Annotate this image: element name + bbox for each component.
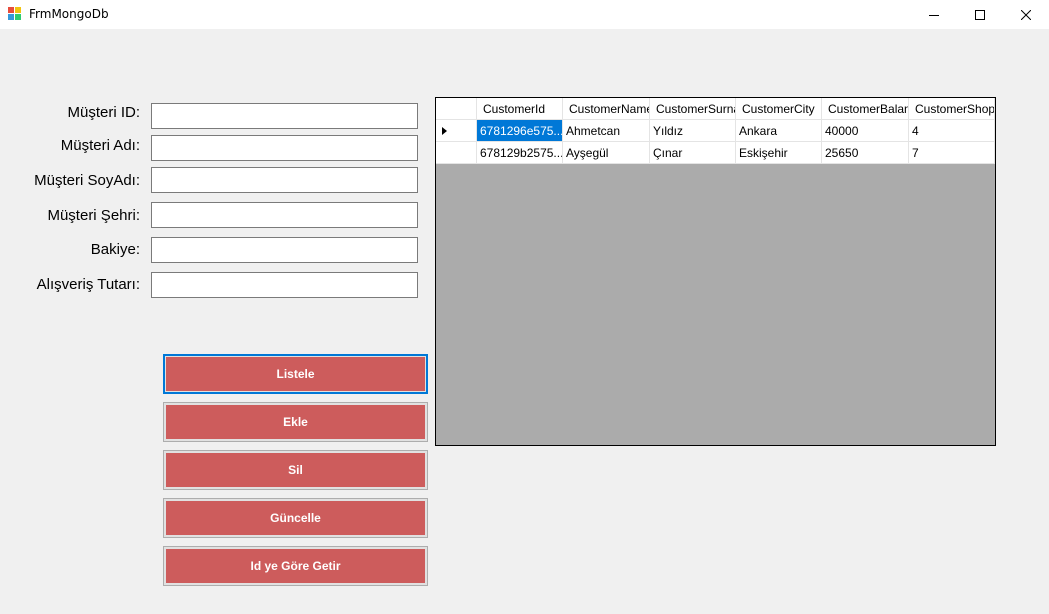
grid-corner-header[interactable] <box>436 98 477 120</box>
column-header[interactable]: CustomerShopping <box>909 98 995 120</box>
customer-data-grid[interactable]: CustomerId CustomerName CustomerSurname … <box>435 97 996 446</box>
list-button[interactable]: Listele <box>163 354 428 394</box>
column-header[interactable]: CustomerCity <box>736 98 822 120</box>
title-bar[interactable]: FrmMongoDb <box>0 0 1049 29</box>
balance-input[interactable] <box>151 237 418 263</box>
customer-city-input[interactable] <box>151 202 418 228</box>
balance-label: Bakiye: <box>90 241 140 258</box>
table-cell[interactable]: Ankara <box>736 120 822 142</box>
shopping-amount-label: Alışveriş Tutarı: <box>36 276 140 293</box>
column-header[interactable]: CustomerSurname <box>650 98 736 120</box>
window-title: FrmMongoDb <box>29 7 109 21</box>
row-header[interactable] <box>436 142 477 164</box>
table-cell[interactable]: 7 <box>909 142 995 164</box>
minimize-button[interactable] <box>911 0 957 29</box>
table-cell[interactable]: Ahmetcan <box>563 120 650 142</box>
get-by-id-button[interactable]: Id ye Göre Getir <box>163 546 428 586</box>
shopping-amount-input[interactable] <box>151 272 418 298</box>
table-cell[interactable]: 6781296e575... <box>477 120 563 142</box>
grid-header-row: CustomerId CustomerName CustomerSurname … <box>436 98 995 120</box>
current-row-arrow-icon <box>442 127 447 135</box>
delete-button[interactable]: Sil <box>163 450 428 490</box>
customer-id-label: Müşteri ID: <box>67 104 140 121</box>
table-cell[interactable]: 4 <box>909 120 995 142</box>
table-cell[interactable]: Yıldız <box>650 120 736 142</box>
list-button-label: Listele <box>166 357 425 391</box>
app-icon <box>8 7 22 21</box>
close-icon <box>1021 9 1031 20</box>
table-row[interactable]: 678129b2575... Ayşegül Çınar Eskişehir 2… <box>436 142 995 164</box>
add-button-label: Ekle <box>166 405 425 439</box>
column-header[interactable]: CustomerBalance <box>822 98 909 120</box>
customer-id-input[interactable] <box>151 103 418 129</box>
table-cell[interactable]: 678129b2575... <box>477 142 563 164</box>
update-button[interactable]: Güncelle <box>163 498 428 538</box>
table-cell[interactable]: Eskişehir <box>736 142 822 164</box>
table-cell[interactable]: Ayşegül <box>563 142 650 164</box>
maximize-icon <box>975 9 985 20</box>
minimize-icon <box>929 14 939 16</box>
maximize-button[interactable] <box>957 0 1003 29</box>
close-button[interactable] <box>1003 0 1049 29</box>
update-button-label: Güncelle <box>166 501 425 535</box>
customer-city-label: Müşteri Şehri: <box>47 207 140 224</box>
table-cell[interactable]: 40000 <box>822 120 909 142</box>
column-header[interactable]: CustomerId <box>477 98 563 120</box>
add-button[interactable]: Ekle <box>163 402 428 442</box>
table-cell[interactable]: 25650 <box>822 142 909 164</box>
table-row[interactable]: 6781296e575... Ahmetcan Yıldız Ankara 40… <box>436 120 995 142</box>
delete-button-label: Sil <box>166 453 425 487</box>
customer-name-input[interactable] <box>151 135 418 161</box>
table-cell[interactable]: Çınar <box>650 142 736 164</box>
customer-name-label: Müşteri Adı: <box>60 137 140 154</box>
customer-surname-label: Müşteri SoyAdı: <box>34 172 140 189</box>
customer-surname-input[interactable] <box>151 167 418 193</box>
get-by-id-button-label: Id ye Göre Getir <box>166 549 425 583</box>
column-header[interactable]: CustomerName <box>563 98 650 120</box>
row-header[interactable] <box>436 120 477 142</box>
